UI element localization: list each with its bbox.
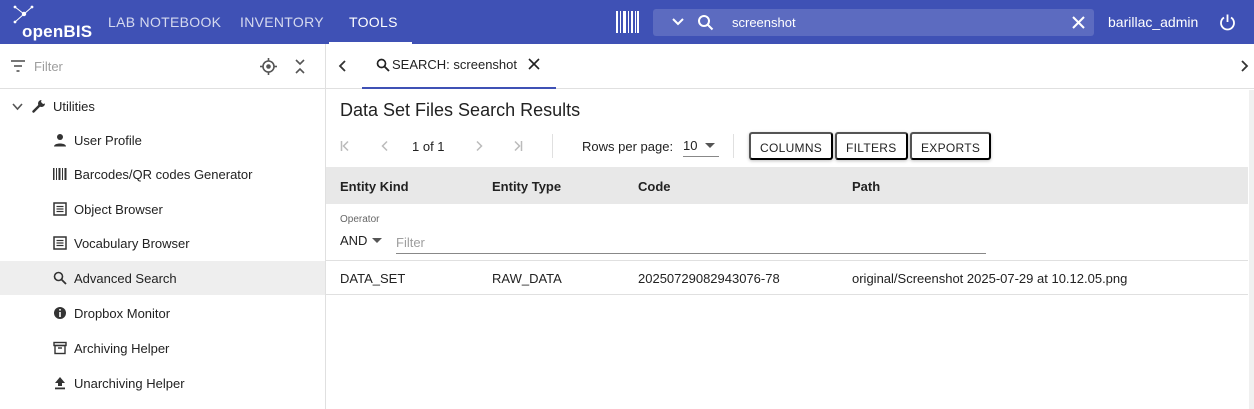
close-icon[interactable] — [528, 58, 540, 70]
nav-tab-tools[interactable]: TOOLS — [349, 0, 398, 44]
rows-per-page-label: Rows per page: — [582, 139, 674, 154]
tab-active-indicator — [362, 87, 556, 89]
barcode-icon — [53, 168, 67, 180]
sidebar-item-vocabulary-browser[interactable]: Vocabulary Browser — [0, 226, 325, 260]
toolbar-divider — [733, 134, 734, 158]
sidebar-item-label: Object Browser — [74, 202, 163, 217]
toolbar-divider — [552, 134, 553, 158]
operator-label: Operator — [340, 214, 380, 225]
sidebar-item-label: Unarchiving Helper — [74, 376, 185, 391]
operator-value: AND — [340, 233, 368, 248]
sidebar-item-label: Dropbox Monitor — [74, 306, 171, 321]
sidebar-filter — [0, 44, 325, 89]
sidebar-filter-input[interactable] — [34, 56, 234, 76]
chevron-right-icon[interactable] — [1239, 59, 1249, 73]
top-app-bar: openBIS LAB NOTEBOOK INVENTORY TOOLS bar… — [0, 0, 1254, 44]
user-icon — [54, 134, 66, 147]
dropdown-arrow-icon — [705, 143, 715, 148]
pagination-toolbar: 1 of 1 Rows per page: 10 COLUMNS FILTERS… — [326, 132, 1254, 162]
list-icon — [53, 236, 67, 250]
content-tab-bar: SEARCH: screenshot — [326, 44, 1254, 89]
chevron-down-icon[interactable] — [11, 100, 24, 113]
info-icon — [54, 307, 66, 319]
logo-text: openBIS — [22, 22, 93, 41]
nav-tab-inventory[interactable]: INVENTORY — [240, 0, 324, 44]
sidebar-item-label: Archiving Helper — [74, 341, 170, 356]
chevron-down-icon[interactable] — [671, 15, 685, 29]
sidebar-item-unarchiving-helper[interactable]: Unarchiving Helper — [0, 366, 325, 400]
rows-per-page-value: 10 — [683, 138, 698, 153]
column-header-path[interactable]: Path — [852, 179, 880, 194]
tab-search-screenshot[interactable]: SEARCH: screenshot — [362, 44, 556, 89]
sidebar-item-label: Barcodes/QR codes Generator — [74, 167, 253, 182]
sidebar-item-label: User Profile — [74, 133, 142, 148]
operator-select[interactable]: AND — [340, 232, 384, 252]
sidebar-item-object-browser[interactable]: Object Browser — [0, 192, 325, 226]
power-icon[interactable] — [1219, 14, 1236, 31]
table-filter-input[interactable] — [396, 232, 986, 254]
sidebar-item-barcodes-generator[interactable]: Barcodes/QR codes Generator — [0, 157, 325, 191]
upload-icon — [55, 377, 65, 390]
cell-code: 20250729082943076-78 — [638, 271, 780, 286]
first-page-icon[interactable] — [340, 140, 352, 152]
column-header-code[interactable]: Code — [638, 179, 671, 194]
search-input[interactable] — [732, 12, 1052, 33]
sidebar: Utilities User Profile Barcodes/QR codes… — [0, 44, 326, 409]
barcode-icon[interactable] — [616, 11, 639, 33]
sidebar-item-label: Advanced Search — [74, 271, 177, 286]
page-title: Data Set Files Search Results — [340, 100, 581, 120]
table-row[interactable]: DATA_SET RAW_DATA 20250729082943076-78 o… — [326, 261, 1248, 295]
cell-entity-type: RAW_DATA — [492, 271, 562, 286]
table-header: Entity Kind Entity Type Code Path — [326, 167, 1248, 204]
sidebar-item-archiving-helper[interactable]: Archiving Helper — [0, 331, 325, 365]
columns-button[interactable]: COLUMNS — [749, 132, 834, 160]
wrench-icon — [32, 100, 45, 113]
sidebar-item-advanced-search[interactable]: Advanced Search — [0, 261, 325, 295]
previous-page-icon[interactable] — [380, 140, 390, 152]
filter-icon — [11, 60, 25, 72]
tree-node-utilities[interactable]: Utilities — [0, 89, 325, 123]
locate-icon[interactable] — [260, 58, 277, 75]
exports-button[interactable]: EXPORTS — [910, 132, 992, 160]
column-header-entity-kind[interactable]: Entity Kind — [340, 179, 409, 194]
rows-per-page-select[interactable]: 10 — [683, 137, 719, 157]
archive-icon — [53, 341, 67, 355]
column-header-entity-type[interactable]: Entity Type — [492, 179, 561, 194]
nav-tab-lab-notebook[interactable]: LAB NOTEBOOK — [108, 0, 221, 44]
cell-path: original/Screenshot 2025-07-29 at 10.12.… — [852, 271, 1128, 286]
tab-label: SEARCH: screenshot — [392, 57, 517, 72]
search-icon — [53, 271, 67, 285]
username: barillac_admin — [1108, 14, 1199, 30]
cell-entity-kind: DATA_SET — [340, 271, 406, 286]
next-page-icon[interactable] — [474, 140, 484, 152]
sidebar-item-dropbox-monitor[interactable]: Dropbox Monitor — [0, 296, 325, 330]
tree-node-label: Utilities — [53, 99, 95, 114]
sidebar-item-label: Vocabulary Browser — [74, 236, 190, 251]
page-count: 1 of 1 — [412, 139, 445, 154]
search-icon — [698, 15, 714, 31]
vertical-scrollbar[interactable] — [1249, 90, 1254, 409]
main-content: SEARCH: screenshot Data Set Files Search… — [326, 44, 1254, 409]
sidebar-item-user-profile[interactable]: User Profile — [0, 123, 325, 157]
collapse-all-icon[interactable] — [293, 58, 307, 75]
filters-button[interactable]: FILTERS — [835, 132, 908, 160]
openbis-logo[interactable]: openBIS — [12, 5, 92, 41]
global-search — [653, 9, 1094, 36]
clear-search-icon[interactable] — [1072, 16, 1085, 29]
list-icon — [53, 202, 67, 216]
dropdown-arrow-icon — [372, 238, 382, 243]
last-page-icon[interactable] — [511, 140, 523, 152]
chevron-left-icon[interactable] — [338, 59, 348, 73]
search-icon — [376, 58, 390, 72]
table-filter-row: Operator AND — [326, 204, 1248, 261]
